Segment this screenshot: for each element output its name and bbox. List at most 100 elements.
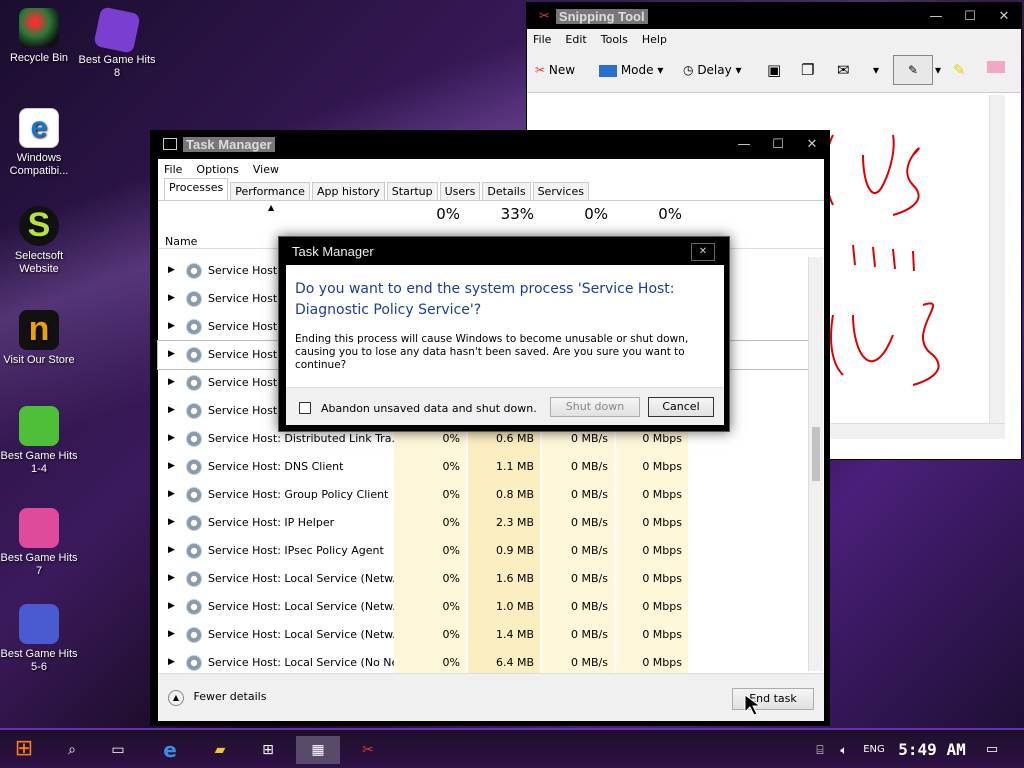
table-row[interactable]: ▶ Service Host: Local Service (Netw... 0% 1… <box>158 593 808 621</box>
menu-help[interactable]: Help <box>642 33 667 46</box>
maximize-button[interactable]: ☐ <box>953 9 987 24</box>
desktop-icon-selectsoft-website[interactable]: S Selectsoft Website <box>0 206 78 276</box>
column-name[interactable]: Name <box>165 235 197 248</box>
table-row[interactable]: ▶ Service Host: IPsec Policy Agent 0% 0.9 M… <box>158 537 808 565</box>
snipping-titlebar[interactable]: ✂ Snipping Tool — ☐ ✕ <box>527 3 1021 29</box>
volume-icon[interactable]: 🔈︎ <box>834 736 854 764</box>
taskmgr-titlebar[interactable]: Task Manager — ☐ ✕ <box>151 131 829 157</box>
task-manager-taskbar-icon[interactable]: ▦ <box>296 736 340 764</box>
menu-edit[interactable]: Edit <box>565 33 586 46</box>
notification-icon[interactable]: ▭ <box>980 736 1004 764</box>
clock[interactable]: 5:49 AM <box>894 736 970 764</box>
delay-button[interactable]: ◷ Delay ▾ <box>683 63 742 77</box>
expand-icon[interactable]: ▶ <box>168 405 175 415</box>
expand-icon[interactable]: ▶ <box>168 489 175 499</box>
highlighter-icon[interactable]: ✎ <box>953 61 966 79</box>
minimize-button[interactable]: — <box>919 9 953 24</box>
dice-icon <box>19 508 59 548</box>
eraser-icon[interactable] <box>987 61 1005 73</box>
gear-icon <box>186 347 202 363</box>
gear-icon <box>186 599 202 615</box>
minimize-button[interactable]: — <box>727 137 761 152</box>
abandon-checkbox[interactable] <box>299 402 311 414</box>
column-disk[interactable]: 0% <box>542 205 608 223</box>
search-icon[interactable]: ⌕ <box>56 736 88 764</box>
column-network[interactable]: 0% <box>616 205 682 223</box>
gear-icon <box>186 627 202 643</box>
expand-icon[interactable]: ▶ <box>168 265 175 275</box>
menu-tools[interactable]: Tools <box>601 33 628 46</box>
task-view-icon[interactable]: ▭ <box>102 736 134 764</box>
desktop-icon-best-game-hits-7[interactable]: Best Game Hits 7 <box>0 508 78 578</box>
desktop-icon-recycle-bin[interactable]: Recycle Bin <box>0 8 78 65</box>
menu-file[interactable]: File <box>164 163 182 176</box>
edge-icon[interactable]: e <box>154 736 186 764</box>
expand-icon[interactable]: ▶ <box>168 321 175 331</box>
pen-dropdown-icon[interactable]: ▾ <box>935 63 941 77</box>
desktop-icon-best-game-hits-8[interactable]: Best Game Hits 8 <box>78 6 156 80</box>
desktop-icon-visit-our-store[interactable]: n Visit Our Store <box>0 310 78 367</box>
maximize-button[interactable]: ☐ <box>761 137 795 152</box>
fewer-details-button[interactable]: ▲ Fewer details <box>168 690 266 706</box>
close-button[interactable]: ✕ <box>987 9 1021 24</box>
desktop-icon-windows-compatibility[interactable]: e Windows Compatibi... <box>0 108 78 178</box>
file-explorer-icon[interactable]: ▰ <box>204 736 236 764</box>
snipping-tool-taskbar-icon[interactable]: ✂ <box>346 736 390 764</box>
scroll-thumb[interactable] <box>812 427 820 481</box>
dialog-body: Do you want to end the system process 'S… <box>286 265 724 425</box>
expand-icon[interactable]: ▶ <box>168 601 175 611</box>
tab-services[interactable]: Services <box>532 182 589 200</box>
tab-performance[interactable]: Performance <box>230 182 310 200</box>
tab-app-history[interactable]: App history <box>311 182 385 200</box>
menu-view[interactable]: View <box>253 163 279 176</box>
gear-icon <box>186 431 202 447</box>
expand-icon[interactable]: ▶ <box>168 433 175 443</box>
copy-icon[interactable]: ❐ <box>801 61 814 79</box>
expand-icon[interactable]: ▶ <box>168 293 175 303</box>
column-cpu[interactable]: 0% <box>394 205 460 223</box>
network-icon[interactable]: ⌸ <box>810 736 830 764</box>
cancel-button[interactable]: Cancel <box>648 397 714 417</box>
table-row[interactable]: ▶ Service Host: Local Service (Netw... 0% 1… <box>158 621 808 649</box>
selectsoft-icon: S <box>19 206 59 246</box>
tab-startup[interactable]: Startup <box>386 182 438 200</box>
column-memory[interactable]: 33% <box>468 205 534 223</box>
pen-button[interactable]: ✎ <box>893 55 933 85</box>
expand-icon[interactable]: ▶ <box>168 517 175 527</box>
close-button[interactable]: ✕ <box>795 137 829 152</box>
send-icon[interactable]: ✉ <box>837 61 850 79</box>
expand-icon[interactable]: ▶ <box>168 629 175 639</box>
process-list-scrollbar[interactable] <box>808 257 823 671</box>
table-row[interactable]: ▶ Service Host: DNS Client 0% 1.1 MB 0 MB/s 0… <box>158 453 808 481</box>
table-row[interactable]: ▶ Service Host: Group Policy Client 0% 0.8 … <box>158 481 808 509</box>
gear-icon <box>186 263 202 279</box>
send-dropdown-icon[interactable]: ▾ <box>873 63 879 77</box>
mode-button[interactable]: Mode ▾ <box>599 63 663 77</box>
edge-icon: e <box>19 108 59 148</box>
expand-icon[interactable]: ▶ <box>168 657 175 667</box>
expand-icon[interactable]: ▶ <box>168 377 175 387</box>
start-button[interactable]: ⊞ <box>6 736 42 764</box>
tab-users[interactable]: Users <box>439 182 481 200</box>
expand-icon[interactable]: ▶ <box>168 349 175 359</box>
save-icon[interactable]: ▣ <box>767 61 781 79</box>
new-snip-button[interactable]: ✂ New <box>535 63 575 77</box>
tab-details[interactable]: Details <box>482 182 531 200</box>
tab-processes[interactable]: Processes <box>164 178 229 200</box>
vertical-scrollbar[interactable] <box>989 95 1005 439</box>
desktop-icon-best-game-hits-5-6[interactable]: Best Game Hits 5-6 <box>0 604 78 674</box>
menu-options[interactable]: Options <box>196 163 238 176</box>
expand-icon[interactable]: ▶ <box>168 461 175 471</box>
expand-icon[interactable]: ▶ <box>168 573 175 583</box>
table-row[interactable]: ▶ Service Host: Local Service (Netw... 0% 1… <box>158 565 808 593</box>
rectangle-icon <box>599 64 617 77</box>
menu-file[interactable]: File <box>533 33 551 46</box>
store-icon[interactable]: ⊞ <box>252 736 284 764</box>
table-row[interactable]: ▶ Service Host: IP Helper 0% 2.3 MB 0 MB/s 0 … <box>158 509 808 537</box>
desktop-icon-best-game-hits-1-4[interactable]: Best Game Hits 1-4 <box>0 406 78 476</box>
expand-icon[interactable]: ▶ <box>168 545 175 555</box>
shutdown-button[interactable]: Shut down <box>550 397 640 417</box>
abandon-checkbox-label[interactable]: Abandon unsaved data and shut down. <box>321 402 537 415</box>
dialog-close-button[interactable]: ✕ <box>691 243 715 261</box>
language-indicator[interactable]: ENG <box>860 736 888 764</box>
